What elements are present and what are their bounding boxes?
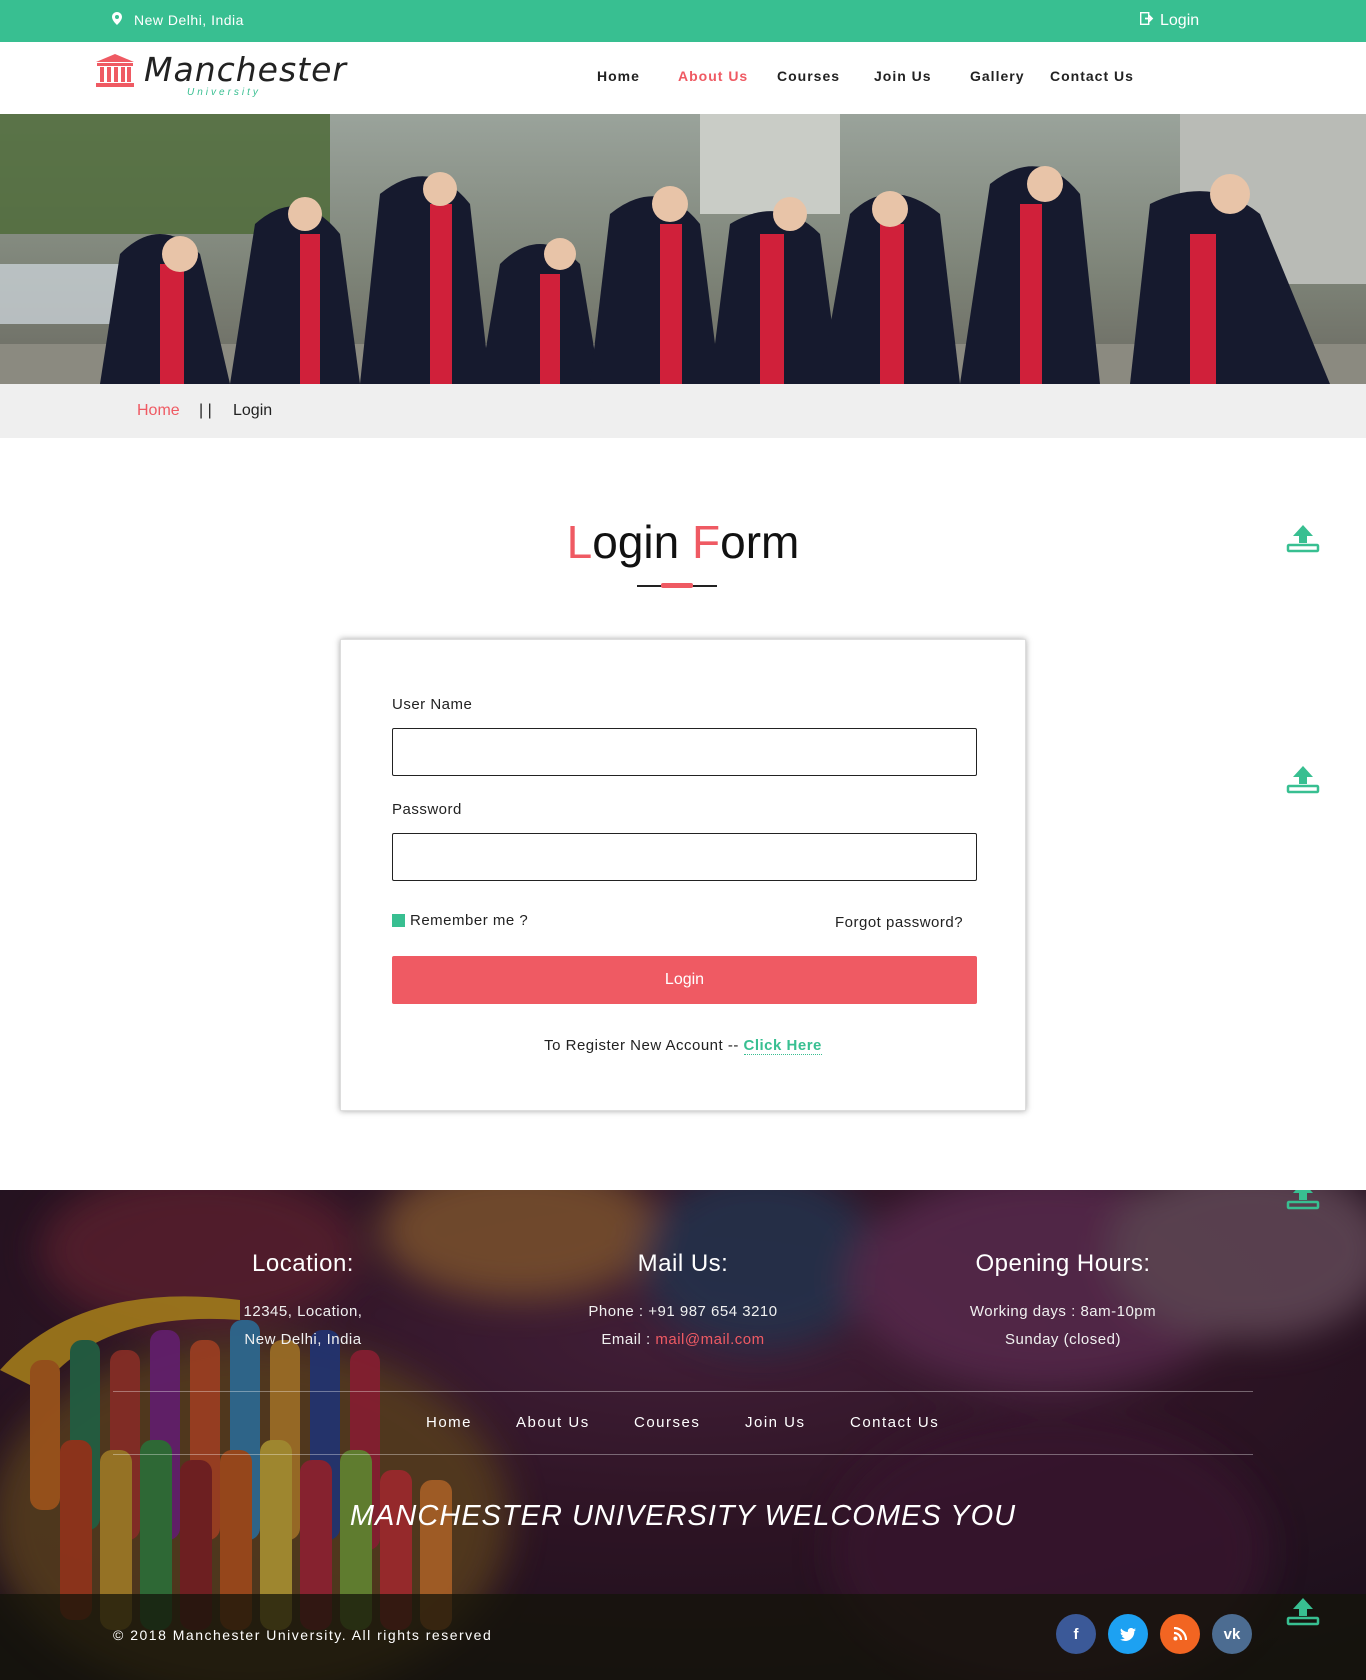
footer-hours-line1: Working days : 8am-10pm — [969, 1303, 1157, 1320]
map-marker-icon — [112, 12, 122, 28]
forgot-password-link[interactable]: Forgot password? — [835, 914, 963, 931]
register-text: To Register New Account -- — [544, 1037, 744, 1054]
title-part-1: ogin — [592, 516, 692, 568]
footer-location-line1: 12345, Location, — [243, 1303, 363, 1320]
breadcrumb-current: Login — [233, 402, 273, 419]
welcome-banner: MANCHESTER UNIVERSITY WELCOMES YOU — [349, 1500, 1017, 1532]
login-button[interactable]: Login — [392, 956, 977, 1004]
footer-mail-title: Mail Us: — [637, 1250, 729, 1277]
rss-icon[interactable] — [1160, 1614, 1200, 1654]
logo-name: Manchester — [144, 50, 347, 89]
breadcrumb-separator: | | — [199, 402, 212, 419]
scroll-top-icon[interactable] — [1286, 1190, 1320, 1212]
twitter-icon[interactable] — [1108, 1614, 1148, 1654]
facebook-icon[interactable]: f — [1056, 1614, 1096, 1654]
nav-courses[interactable]: Courses — [777, 68, 840, 84]
nav-gallery[interactable]: Gallery — [970, 68, 1024, 84]
footer-bottom-bar: © 2018 Manchester University. All rights… — [0, 1594, 1366, 1680]
footer-nav-join-us[interactable]: Join Us — [745, 1414, 806, 1431]
top-login-link[interactable]: Login — [1139, 11, 1200, 30]
breadcrumb-home-link[interactable]: Home — [137, 402, 180, 420]
logo-subtitle: University — [187, 87, 261, 98]
footer-nav-home[interactable]: Home — [426, 1414, 472, 1431]
footer-location-line2: New Delhi, India — [244, 1331, 362, 1348]
top-login-label: Login — [1160, 12, 1200, 29]
nav-contact-us[interactable]: Contact Us — [1050, 68, 1134, 84]
breadcrumb: Home | | Login — [0, 384, 1366, 438]
footer-email-link[interactable]: mail@mail.com — [655, 1331, 764, 1348]
footer-nav-contact-us[interactable]: Contact Us — [850, 1414, 939, 1431]
nav-home[interactable]: Home — [597, 68, 640, 84]
footer-email-line: Email : mail@mail.com — [493, 1326, 873, 1354]
login-form-card: User Name Password Remember me ? Forgot … — [340, 639, 1026, 1111]
scroll-top-icon[interactable] — [1286, 1594, 1320, 1628]
footer-location: Location: 12345, Location, New Delhi, In… — [113, 1250, 493, 1354]
copyright-text: © 2018 Manchester University. All rights… — [113, 1627, 493, 1643]
title-accent-letter-2: F — [692, 516, 721, 568]
username-label: User Name — [392, 696, 473, 713]
remember-me-label: Remember me ? — [410, 912, 529, 929]
footer-nav-about-us[interactable]: About Us — [516, 1414, 590, 1431]
register-prompt: To Register New Account -- Click Here — [341, 1037, 1025, 1055]
sign-in-icon — [1139, 11, 1155, 30]
register-link[interactable]: Click Here — [743, 1037, 822, 1055]
remember-me-checkbox[interactable]: Remember me ? — [392, 912, 528, 929]
footer-hours: Opening Hours: Working days : 8am-10pm S… — [873, 1250, 1253, 1354]
checkbox-icon[interactable] — [392, 914, 405, 927]
title-accent-letter-1: L — [566, 516, 593, 568]
scroll-top-icon[interactable] — [1286, 762, 1320, 796]
password-label: Password — [392, 801, 462, 818]
scroll-top-icon[interactable] — [1286, 521, 1320, 555]
footer-location-title: Location: — [252, 1250, 354, 1277]
password-input[interactable] — [392, 833, 977, 881]
footer-hours-line2: Sunday (closed) — [1005, 1331, 1121, 1348]
title-underline — [637, 583, 717, 588]
footer-divider — [113, 1454, 1253, 1455]
footer-phone: Phone : +91 987 654 3210 — [588, 1303, 778, 1320]
footer: Location: 12345, Location, New Delhi, In… — [0, 1190, 1366, 1680]
footer-email-label: Email : — [601, 1331, 656, 1348]
nav-join-us[interactable]: Join Us — [874, 68, 932, 84]
hero-banner-image — [0, 114, 1366, 384]
location-info: New Delhi, India — [112, 12, 244, 28]
nav-about-us[interactable]: About Us — [678, 68, 748, 84]
location-text: New Delhi, India — [134, 12, 244, 28]
footer-divider — [113, 1391, 1253, 1392]
vk-icon[interactable]: vk — [1212, 1614, 1252, 1654]
username-input[interactable] — [392, 728, 977, 776]
university-logo[interactable]: Manchester University — [96, 50, 356, 104]
footer-mail: Mail Us: Phone : +91 987 654 3210 Email … — [493, 1250, 873, 1354]
footer-hours-title: Opening Hours: — [975, 1250, 1151, 1277]
footer-nav-courses[interactable]: Courses — [634, 1414, 700, 1431]
top-bar: New Delhi, India Login — [0, 0, 1366, 42]
title-part-2: orm — [720, 516, 800, 568]
university-building-icon — [96, 54, 134, 93]
page-title: Login Form — [0, 515, 1366, 569]
